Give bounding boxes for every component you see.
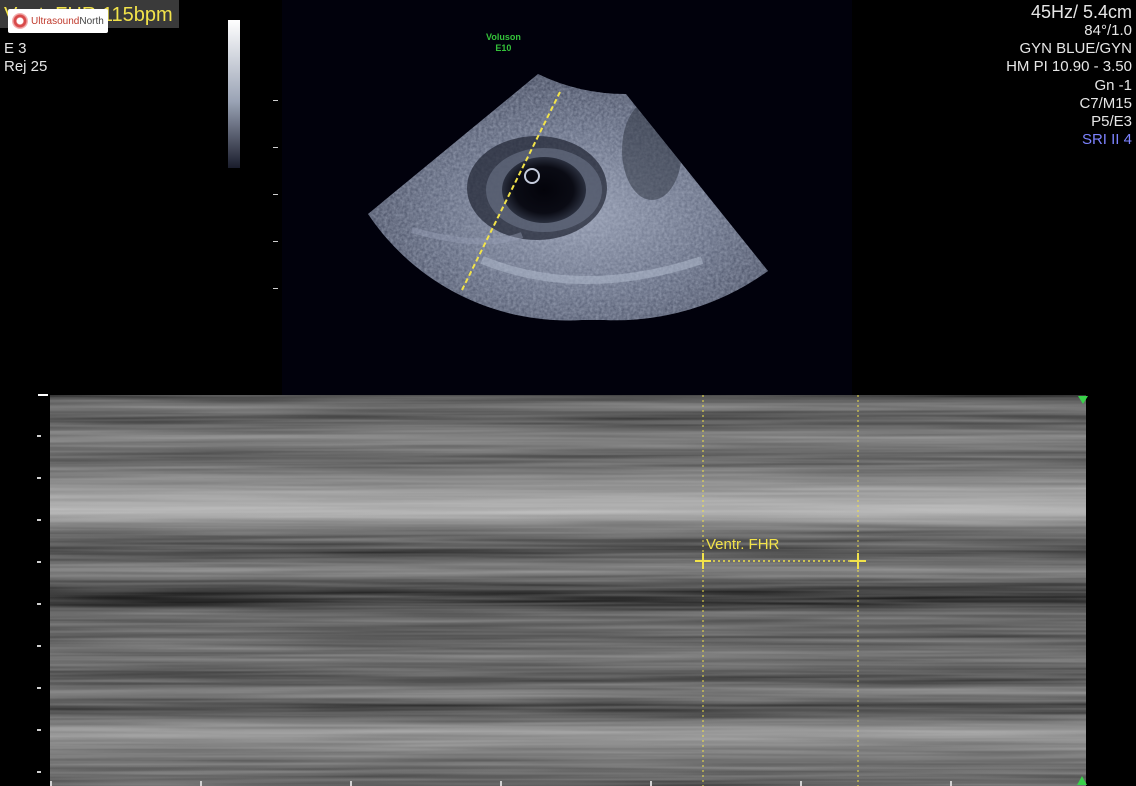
time-tick bbox=[800, 781, 802, 786]
grayscale-bar bbox=[228, 20, 240, 168]
brand-name: Voluson bbox=[486, 32, 521, 42]
m-mode-start-marker-icon bbox=[1078, 396, 1088, 404]
m-depth-tick bbox=[37, 519, 41, 521]
time-tick bbox=[200, 781, 202, 786]
m-mode-bands bbox=[50, 395, 1086, 786]
depth-tick bbox=[273, 241, 278, 242]
logo-text-b: North bbox=[79, 15, 104, 27]
caliper-label: Ventr. FHR bbox=[706, 536, 780, 553]
preset-value: GYN BLUE/GYN bbox=[1019, 40, 1132, 58]
edge-enhance-value: E 3 bbox=[4, 40, 27, 57]
brand-model: E10 bbox=[495, 43, 512, 53]
depth-tick bbox=[273, 194, 278, 195]
angle-value: 84°/1.0 bbox=[1084, 22, 1132, 39]
scan-parameters: 45Hz/ 5.4cm 84°/1.0 GYN BLUE/GYN HM PI 1… bbox=[1006, 2, 1132, 149]
m-depth-tick bbox=[37, 435, 41, 437]
m-depth-tick bbox=[37, 729, 41, 731]
b-mode-image bbox=[282, 0, 852, 395]
m-depth-tick bbox=[37, 645, 41, 647]
m-depth-tick bbox=[37, 603, 41, 605]
m-depth-tick bbox=[37, 771, 41, 773]
m-depth-tick bbox=[37, 561, 41, 563]
gain-value: Gn -1 bbox=[1094, 76, 1132, 94]
sri-value: SRI II 4 bbox=[1081, 131, 1132, 149]
time-tick bbox=[500, 781, 502, 786]
persistence-value: P5/E3 bbox=[1091, 113, 1132, 131]
m-mode-top-marker bbox=[38, 394, 48, 396]
depth-tick bbox=[273, 147, 278, 148]
brand-label: Voluson E10 bbox=[486, 32, 521, 54]
reject-value: Rej 25 bbox=[4, 58, 48, 75]
time-tick bbox=[650, 781, 652, 786]
ultrasound-north-logo-icon bbox=[12, 13, 28, 29]
m-depth-tick bbox=[37, 477, 41, 479]
logo-text-a: Ultrasound bbox=[31, 15, 80, 27]
b-mode-sector bbox=[368, 74, 768, 321]
m-mode-trace bbox=[50, 395, 1086, 786]
time-tick bbox=[950, 781, 952, 786]
m-mode-end-marker-icon bbox=[1077, 776, 1087, 785]
probe-pi-value: HM PI 10.90 - 3.50 bbox=[1006, 58, 1132, 76]
ultrasound-north-logo: UltrasoundNorth bbox=[8, 9, 108, 33]
frame-rate-depth: 45Hz/ 5.4cm bbox=[1030, 2, 1132, 22]
depth-tick bbox=[273, 288, 278, 289]
time-tick bbox=[350, 781, 352, 786]
m-depth-tick bbox=[37, 687, 41, 689]
settings-value: C7/M15 bbox=[1079, 94, 1132, 112]
depth-tick bbox=[273, 100, 278, 101]
sector-scan bbox=[368, 74, 768, 321]
time-tick bbox=[50, 781, 52, 786]
